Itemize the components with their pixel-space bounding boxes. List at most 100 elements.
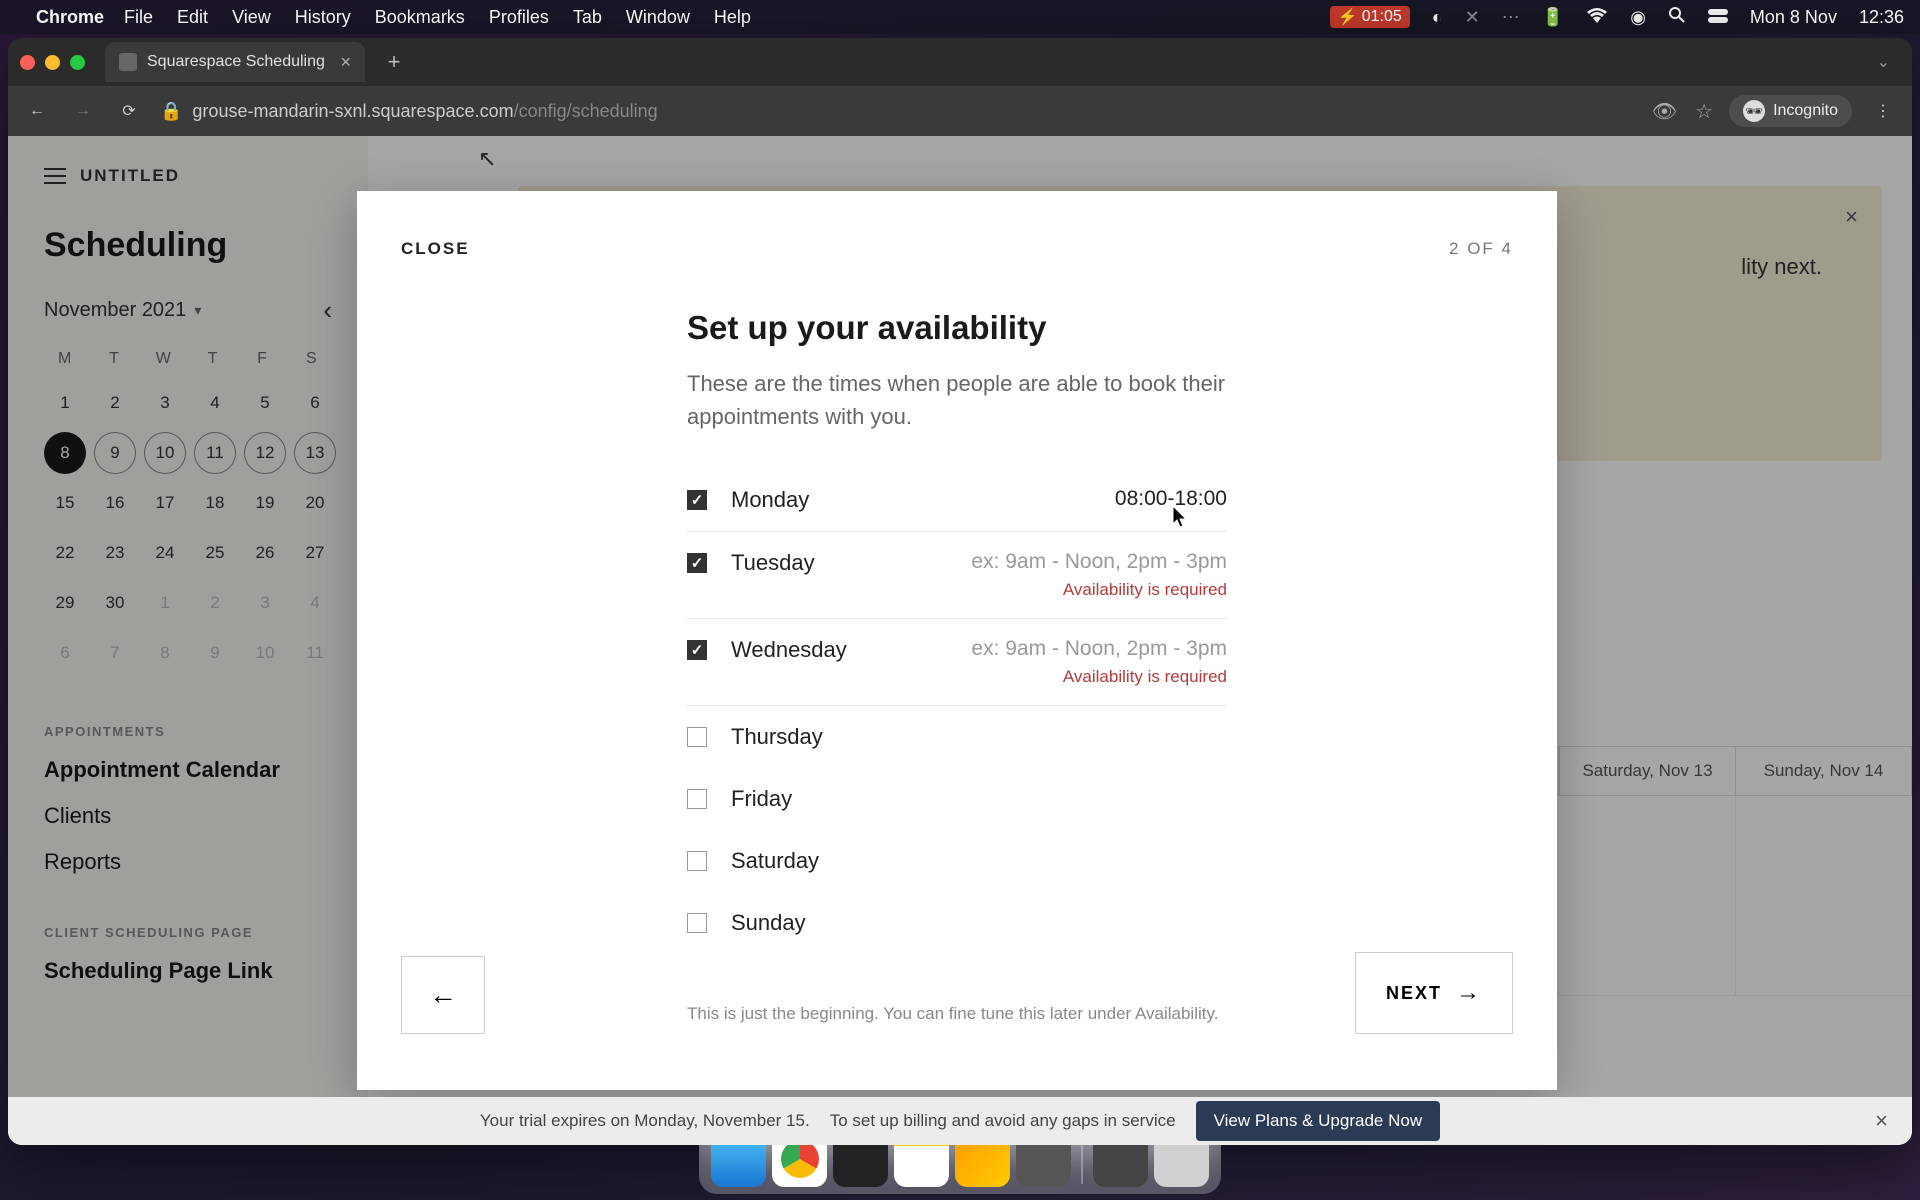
calendar-day[interactable]: 13	[294, 432, 336, 474]
calendar-day[interactable]: 24	[144, 532, 186, 574]
calendar-day[interactable]: 6	[294, 382, 336, 424]
back-button[interactable]: ←	[22, 96, 52, 126]
week-col-sun[interactable]: Sunday, Nov 14	[1735, 747, 1911, 795]
browser-tab[interactable]: Squarespace Scheduling ×	[105, 42, 365, 82]
month-dropdown-icon[interactable]: ▾	[194, 302, 201, 319]
bookmark-star-icon[interactable]: ☆	[1695, 99, 1713, 124]
calendar-day[interactable]: 27	[294, 532, 336, 574]
calendar-day[interactable]: 8	[144, 632, 186, 674]
menu-view[interactable]: View	[232, 7, 271, 28]
calendar-day[interactable]: 26	[244, 532, 286, 574]
calendar-day[interactable]: 2	[94, 382, 136, 424]
battery-icon[interactable]: 🔋	[1542, 7, 1564, 28]
menu-edit[interactable]: Edit	[177, 7, 208, 28]
user-icon[interactable]: ◉	[1630, 7, 1646, 28]
calendar-day[interactable]: 10	[244, 632, 286, 674]
wifi-icon[interactable]	[1586, 7, 1608, 28]
control-center-icon[interactable]	[1708, 7, 1728, 28]
calendar-day[interactable]: 15	[44, 482, 86, 524]
week-cell[interactable]	[1735, 796, 1912, 996]
calendar-day[interactable]: 30	[94, 582, 136, 624]
menu-history[interactable]: History	[295, 7, 351, 28]
calendar-day[interactable]: 1	[44, 382, 86, 424]
close-button[interactable]: CLOSE	[401, 239, 470, 259]
calendar-day[interactable]: 2	[194, 582, 236, 624]
time-input[interactable]: 08:00-18:00	[1115, 487, 1227, 511]
new-tab-button[interactable]: +	[379, 49, 409, 75]
menu-tab[interactable]: Tab	[573, 7, 602, 28]
upgrade-button[interactable]: View Plans & Upgrade Now	[1196, 1101, 1441, 1141]
checkbox-wednesday[interactable]	[687, 640, 707, 660]
time-input[interactable]: ex: 9am - Noon, 2pm - 3pm	[971, 637, 1227, 661]
calendar-day[interactable]: 4	[194, 382, 236, 424]
tab-list-dropdown[interactable]: ⌄	[1867, 52, 1900, 72]
banner-close-icon[interactable]: ×	[1845, 204, 1858, 230]
calendar-day[interactable]: 29	[44, 582, 86, 624]
calendar-day[interactable]: 3	[144, 382, 186, 424]
prev-month-icon[interactable]: ‹	[323, 295, 332, 326]
menu-profiles[interactable]: Profiles	[489, 7, 549, 28]
calendar-day[interactable]: 19	[244, 482, 286, 524]
calendar-day[interactable]: 9	[94, 432, 136, 474]
checkbox-friday[interactable]	[687, 789, 707, 809]
status-icon-2[interactable]: ✕	[1465, 7, 1480, 28]
calendar-day[interactable]: 16	[94, 482, 136, 524]
menubar-time[interactable]: 12:36	[1859, 7, 1904, 28]
status-icon-1[interactable]: ◐	[1432, 7, 1443, 28]
calendar-day[interactable]: 1	[144, 582, 186, 624]
calendar-day[interactable]: 9	[194, 632, 236, 674]
calendar-day[interactable]: 5	[244, 382, 286, 424]
site-name[interactable]: UNTITLED	[80, 166, 180, 186]
sidebar-link-reports[interactable]: Reports	[44, 849, 332, 875]
app-name[interactable]: Chrome	[36, 7, 104, 28]
checkbox-tuesday[interactable]	[687, 553, 707, 573]
calendar-day[interactable]: 22	[44, 532, 86, 574]
calendar-day[interactable]: 11	[294, 632, 336, 674]
tab-close-icon[interactable]: ×	[340, 52, 351, 73]
checkbox-monday[interactable]	[687, 490, 707, 510]
checkbox-sunday[interactable]	[687, 913, 707, 933]
sidebar-link-appointment-calendar[interactable]: Appointment Calendar	[44, 757, 332, 783]
week-cell[interactable]	[1558, 796, 1735, 996]
menu-window[interactable]: Window	[626, 7, 690, 28]
calendar-day[interactable]: 6	[44, 632, 86, 674]
calendar-day[interactable]: 12	[244, 432, 286, 474]
month-label[interactable]: November 2021	[44, 299, 186, 322]
calendar-day[interactable]: 7	[94, 632, 136, 674]
address-bar[interactable]: 🔒 grouse-mandarin-sxnl.squarespace.com/c…	[160, 101, 1636, 122]
search-icon[interactable]	[1668, 6, 1686, 29]
calendar-day[interactable]: 3	[244, 582, 286, 624]
calendar-day[interactable]: 10	[144, 432, 186, 474]
window-maximize-button[interactable]	[70, 55, 85, 70]
week-col-sat[interactable]: Saturday, Nov 13	[1559, 747, 1735, 795]
tracking-icon[interactable]: 👁	[1652, 99, 1677, 124]
sidebar-link-scheduling-page[interactable]: Scheduling Page Link	[44, 958, 332, 984]
hamburger-icon[interactable]	[44, 168, 66, 184]
window-close-button[interactable]	[20, 55, 35, 70]
menubar-date[interactable]: Mon 8 Nov	[1750, 7, 1837, 28]
calendar-day[interactable]: 25	[194, 532, 236, 574]
calendar-day[interactable]: 11	[194, 432, 236, 474]
menu-bookmarks[interactable]: Bookmarks	[375, 7, 465, 28]
time-input[interactable]: ex: 9am - Noon, 2pm - 3pm	[971, 550, 1227, 574]
calendar-day[interactable]: 18	[194, 482, 236, 524]
incognito-badge[interactable]: 🕶 Incognito	[1729, 95, 1852, 127]
status-icon-3[interactable]: ⋯	[1502, 7, 1520, 28]
next-button[interactable]: NEXT →	[1355, 952, 1513, 1034]
battery-timer[interactable]: ⚡01:05	[1330, 6, 1410, 28]
calendar-day[interactable]: 4	[294, 582, 336, 624]
trial-close-icon[interactable]: ×	[1875, 1108, 1888, 1134]
reload-button[interactable]: ⟳	[114, 96, 144, 126]
calendar-day[interactable]: 23	[94, 532, 136, 574]
sidebar-link-clients[interactable]: Clients	[44, 803, 332, 829]
window-minimize-button[interactable]	[45, 55, 60, 70]
calendar-day[interactable]: 8	[44, 432, 86, 474]
checkbox-saturday[interactable]	[687, 851, 707, 871]
menu-file[interactable]: File	[124, 7, 153, 28]
forward-button[interactable]: →	[68, 96, 98, 126]
browser-menu-button[interactable]: ⋮	[1868, 96, 1898, 126]
back-button-modal[interactable]: ←	[401, 956, 485, 1034]
checkbox-thursday[interactable]	[687, 727, 707, 747]
calendar-day[interactable]: 17	[144, 482, 186, 524]
calendar-day[interactable]: 20	[294, 482, 336, 524]
